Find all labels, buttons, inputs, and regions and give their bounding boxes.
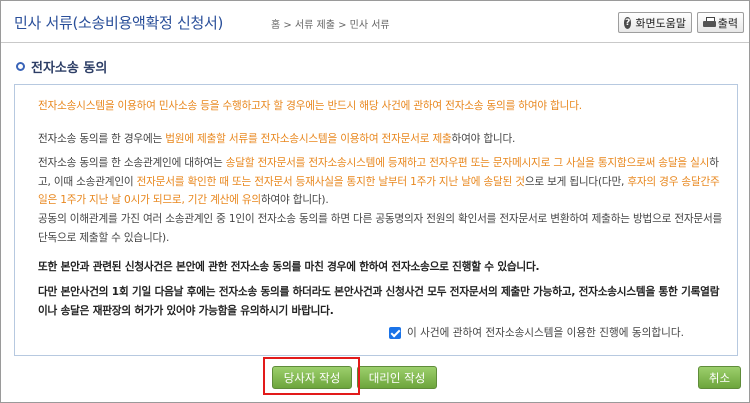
agent-write-button[interactable]: 대리인 작성 bbox=[357, 366, 437, 389]
notice-paragraph-4: 공동의 이해관계를 가진 여러 소송관계인 중 1인이 전자소송 동의를 하면 … bbox=[38, 213, 723, 244]
notice-paragraph-2: 전자소송 동의를 한 경우에는 법원에 제출할 서류를 전자소송시스템을 이용하… bbox=[38, 130, 728, 149]
page-title: 민사 서류(소송비용액확정 신청서) bbox=[14, 14, 224, 32]
p3-text-a: 전자소송 동의를 한 소송관계인에 대하여는 bbox=[38, 157, 226, 169]
notice-paragraph-1: 전자소송시스템을 이용하여 민사소송 등을 수행하고자 할 경우에는 반드시 해… bbox=[38, 100, 582, 112]
consent-agree-row[interactable]: 이 사건에 관하여 전자소송시스템을 이용한 진행에 동의합니다. bbox=[389, 325, 684, 340]
cancel-button[interactable]: 취소 bbox=[698, 366, 741, 389]
p3-text-g: 하여야 합니다). bbox=[260, 194, 329, 206]
consent-content-box: 전자소송시스템을 이용하여 민사소송 등을 수행하고자 할 경우에는 반드시 해… bbox=[14, 84, 738, 356]
help-icon: ? bbox=[624, 16, 632, 29]
breadcrumb: 홈 > 서류 제출 > 민사 서류 bbox=[271, 20, 390, 31]
page-header: 민사 서류(소송비용액확정 신청서) 홈 > 서류 제출 > 민사 서류 ? 화… bbox=[1, 1, 749, 43]
p3-text-e: 으로 보게 됩니다(다만, bbox=[524, 175, 628, 188]
section-title: 전자소송 동의 bbox=[16, 57, 107, 76]
notice-paragraph-5: 또한 본안과 관련된 신청사건은 본안에 관한 전자소송 동의를 마친 경우에 … bbox=[38, 261, 540, 273]
consent-checkbox[interactable] bbox=[389, 326, 401, 339]
print-button[interactable]: 출력 bbox=[697, 12, 744, 33]
consent-checkbox-label: 이 사건에 관하여 전자소송시스템을 이용한 진행에 동의합니다. bbox=[407, 327, 684, 339]
print-button-label: 출력 bbox=[717, 16, 738, 30]
highlight-box bbox=[263, 357, 360, 395]
p3-text-d: 전자문서를 확인한 때 또는 전자문서 등재사실을 통지한 날부터 1주가 지난… bbox=[136, 175, 525, 188]
bullet-icon bbox=[16, 62, 25, 71]
printer-icon bbox=[703, 17, 716, 28]
help-button-label: 화면도움말 bbox=[635, 16, 686, 30]
p2-text-b: 법원에 제출할 서류를 전자소송시스템을 이용하여 전자문서로 제출 bbox=[165, 133, 452, 145]
notice-paragraph-6: 다만 본안사건의 1회 기일 다음날 후에는 전자소송 동의를 하더라도 본안사… bbox=[38, 286, 720, 317]
section-title-text: 전자소송 동의 bbox=[31, 61, 108, 76]
p2-text-c: 하여야 합니다. bbox=[451, 133, 516, 145]
help-button[interactable]: ? 화면도움말 bbox=[618, 12, 692, 33]
p2-text-a: 전자소송 동의를 한 경우에는 bbox=[38, 133, 166, 145]
notice-paragraph-3: 전자소송 동의를 한 소송관계인에 대하여는 송달할 전자문서를 전자소송시스템… bbox=[38, 154, 728, 210]
p3-text-b: 송달할 전자문서를 전자소송시스템에 등재하고 전자우편 또는 문자메시지로 그… bbox=[225, 157, 710, 169]
